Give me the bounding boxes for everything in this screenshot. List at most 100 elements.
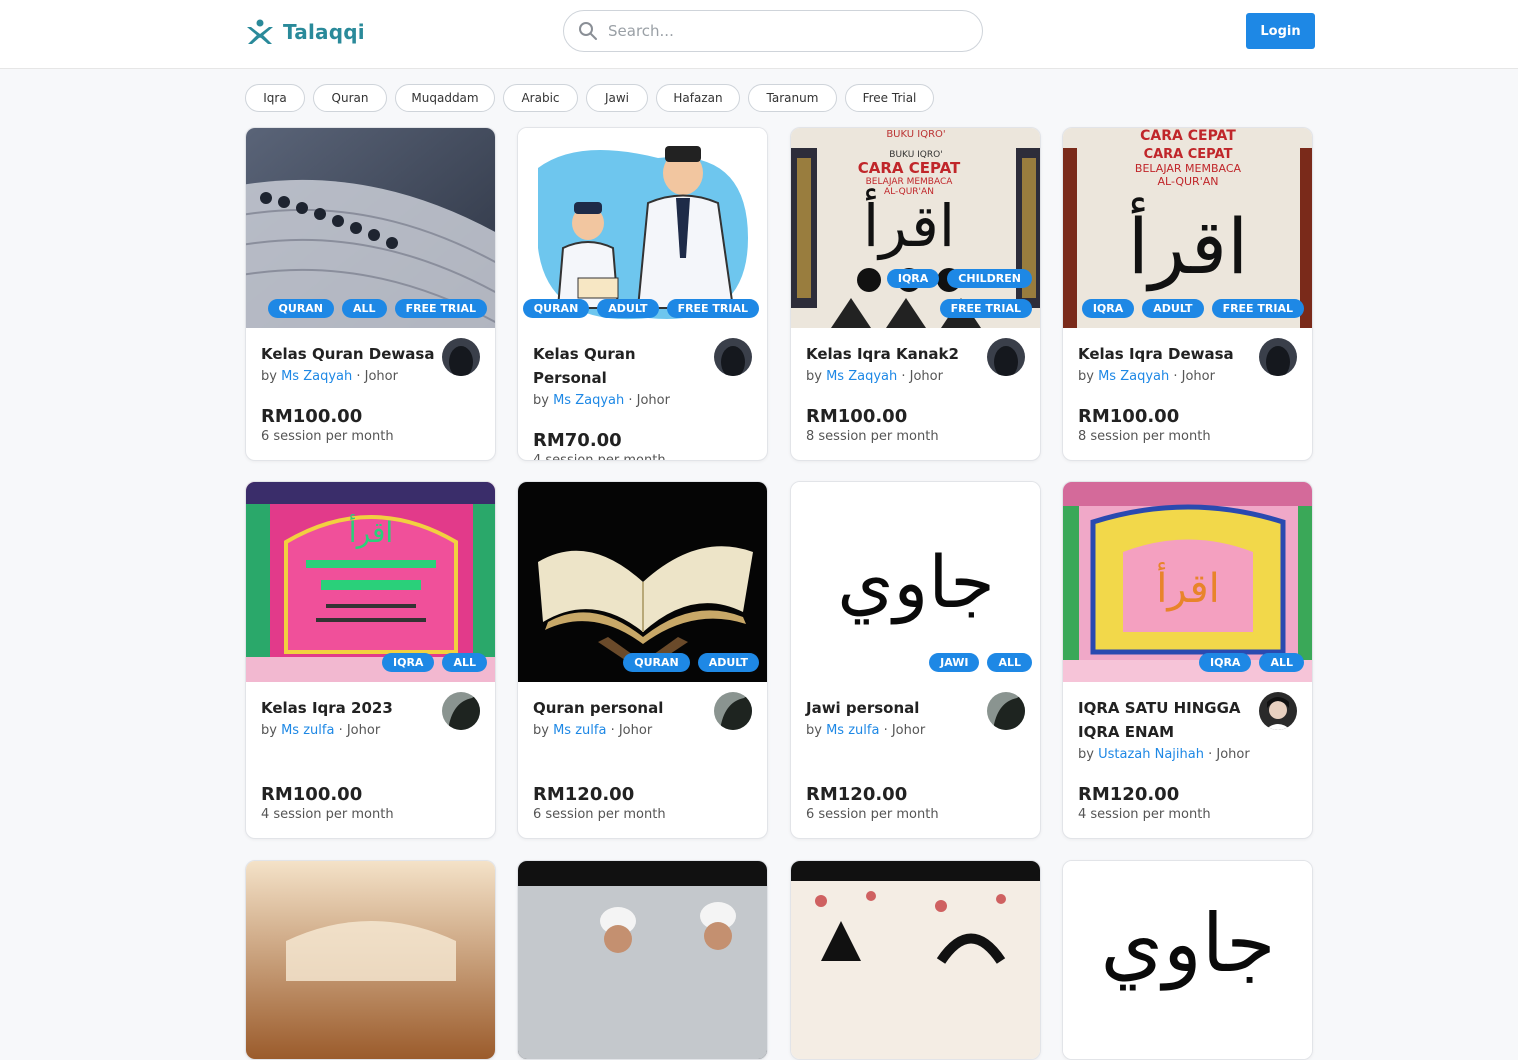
by-label: by <box>1078 747 1094 762</box>
teacher-link[interactable]: Ustazah Najihah <box>1098 747 1204 762</box>
teacher-avatar[interactable] <box>987 692 1025 730</box>
course-tags: IQRA ALL <box>382 653 487 672</box>
course-card[interactable]: جاوي JAWI ALL Jawi personal by Ms zulfa … <box>790 481 1041 839</box>
course-thumbnail: اقرأ IQRA ALL <box>246 482 495 682</box>
course-card[interactable]: QURAN ALL FREE TRIAL Kelas Quran Dewasa … <box>245 127 496 461</box>
course-tag: FREE TRIAL <box>394 299 487 318</box>
course-card[interactable]: BUKU IQRO' BUKU IQRO' CARA CEPAT BELAJAR… <box>790 127 1041 461</box>
teacher-link[interactable]: Ms Zaqyah <box>1098 369 1169 384</box>
course-price: RM100.00 <box>261 406 363 427</box>
login-button[interactable]: Login <box>1246 13 1315 49</box>
search-box[interactable] <box>563 10 983 52</box>
course-tag: QURAN <box>267 299 335 318</box>
course-card[interactable]: اقرأ IQRA ALL IQRA SATU HINGGA IQRA ENAM… <box>1062 481 1313 839</box>
course-card[interactable]: جاوي <box>1062 860 1313 1060</box>
course-tag: QURAN <box>522 299 590 318</box>
chip-arabic[interactable]: Arabic <box>503 84 578 112</box>
course-card[interactable]: CARA CEPAT CARA CEPAT BELAJAR MEMBACA AL… <box>1062 127 1313 461</box>
course-title[interactable]: Kelas Iqra Kanak2 <box>806 342 981 366</box>
cover-arabic: اقرأ <box>349 513 393 549</box>
teacher-avatar[interactable] <box>1259 338 1297 376</box>
chip-muqaddam[interactable]: Muqaddam <box>395 84 495 112</box>
course-thumbnail <box>518 861 767 1059</box>
course-sessions: 4 session per month <box>1078 807 1211 822</box>
course-title[interactable]: Kelas Iqra 2023 <box>261 696 436 720</box>
teacher-avatar[interactable] <box>714 692 752 730</box>
course-tag: IQRA <box>886 269 940 288</box>
course-card[interactable] <box>517 860 768 1060</box>
brand-name: Talaqqi <box>283 20 365 44</box>
course-tag: JAWI <box>929 653 980 672</box>
teacher-link[interactable]: Ms zulfa <box>553 723 606 738</box>
course-sessions: 6 session per month <box>533 807 666 822</box>
course-tags: JAWI ALL <box>929 653 1032 672</box>
jawi-script-image: جاوي <box>1063 861 1312 1059</box>
course-tag: IQRA <box>1199 653 1252 672</box>
teacher-link[interactable]: Ms Zaqyah <box>281 369 352 384</box>
cover-sub2: AL-QUR'AN <box>1158 175 1219 188</box>
course-location: · Johor <box>1169 369 1215 384</box>
course-tags-top: IQRA CHILDREN <box>886 269 1032 288</box>
teacher-avatar[interactable] <box>714 338 752 376</box>
teacher-avatar[interactable] <box>442 692 480 730</box>
arabic-letters-image <box>791 861 1040 1059</box>
course-title[interactable]: Kelas Quran Personal <box>533 342 708 390</box>
teacher-link[interactable]: Ms Zaqyah <box>553 393 624 408</box>
search-icon <box>579 22 597 40</box>
teacher-link[interactable]: Ms zulfa <box>281 723 334 738</box>
course-tag: IQRA <box>382 653 435 672</box>
teacher-link[interactable]: Ms zulfa <box>826 723 879 738</box>
jawi-arabic-text: جاوي <box>837 540 995 625</box>
course-location: · Johor <box>606 723 653 738</box>
chip-free-trial[interactable]: Free Trial <box>845 84 934 112</box>
cover-title-top: CARA CEPAT <box>1140 128 1236 144</box>
category-filter-bar: Iqra Quran Muqaddam Arabic Jawi Hafazan … <box>245 84 934 112</box>
talaqqi-logo-icon <box>247 19 273 44</box>
chip-jawi[interactable]: Jawi <box>586 84 648 112</box>
iqra-book-cover-image: BUKU IQRO' BUKU IQRO' CARA CEPAT BELAJAR… <box>791 128 1040 328</box>
teacher-avatar[interactable] <box>987 338 1025 376</box>
course-card[interactable]: QURAN ADULT Quran personal by Ms zulfa ·… <box>517 481 768 839</box>
course-teacher-line: by Ms Zaqyah · Johor <box>533 390 752 412</box>
jawi-arabic-text: جاوي <box>1100 897 1275 991</box>
course-card[interactable]: اقرأ IQRA ALL Kelas Iqra 2023 by Ms zulf… <box>245 481 496 839</box>
search-input[interactable] <box>608 22 948 40</box>
by-label: by <box>261 723 277 738</box>
cover-small-text: BUKU IQRO' <box>886 129 945 140</box>
course-thumbnail <box>791 861 1040 1059</box>
course-card[interactable] <box>245 860 496 1060</box>
brand-logo[interactable]: Talaqqi <box>245 18 365 46</box>
course-sessions: 4 session per month <box>533 453 666 461</box>
by-label: by <box>806 369 822 384</box>
course-title[interactable]: IQRA SATU HINGGA IQRA ENAM <box>1078 696 1253 744</box>
cover-sub1: BELAJAR MEMBACA <box>1135 162 1242 175</box>
chip-taranum[interactable]: Taranum <box>748 84 837 112</box>
course-card[interactable] <box>790 860 1041 1060</box>
course-tags: FREE TRIAL <box>939 299 1032 318</box>
by-label: by <box>533 393 549 408</box>
course-thumbnail <box>246 861 495 1059</box>
by-label: by <box>1078 369 1094 384</box>
top-navbar: Talaqqi Login <box>0 0 1518 69</box>
course-tag: ALL <box>1259 653 1304 672</box>
course-teacher-line: by Ustazah Najihah · Johor <box>1078 744 1297 766</box>
teacher-avatar[interactable] <box>442 338 480 376</box>
course-sessions: 6 session per month <box>806 807 939 822</box>
course-title[interactable]: Kelas Quran Dewasa <box>261 342 436 366</box>
course-thumbnail: CARA CEPAT CARA CEPAT BELAJAR MEMBACA AL… <box>1063 128 1312 328</box>
chip-hafazan[interactable]: Hafazan <box>656 84 740 112</box>
course-title[interactable]: Quran personal <box>533 696 708 720</box>
course-tag: FREE TRIAL <box>1211 299 1304 318</box>
course-location: · Johor <box>334 723 381 738</box>
teacher-link[interactable]: Ms Zaqyah <box>826 369 897 384</box>
chip-quran[interactable]: Quran <box>313 84 387 112</box>
teacher-avatar[interactable] <box>1259 692 1297 730</box>
course-card[interactable]: QURAN ADULT FREE TRIAL Kelas Quran Perso… <box>517 127 768 461</box>
course-title[interactable]: Jawi personal <box>806 696 981 720</box>
course-title[interactable]: Kelas Iqra Dewasa <box>1078 342 1253 366</box>
course-thumbnail: QURAN ADULT <box>518 482 767 682</box>
course-thumbnail: QURAN ADULT FREE TRIAL <box>518 128 767 328</box>
cover-sub1: BELAJAR MEMBACA <box>866 177 954 187</box>
chip-iqra[interactable]: Iqra <box>245 84 305 112</box>
iqra-colourful-cover-image: اقرأ <box>246 482 495 682</box>
